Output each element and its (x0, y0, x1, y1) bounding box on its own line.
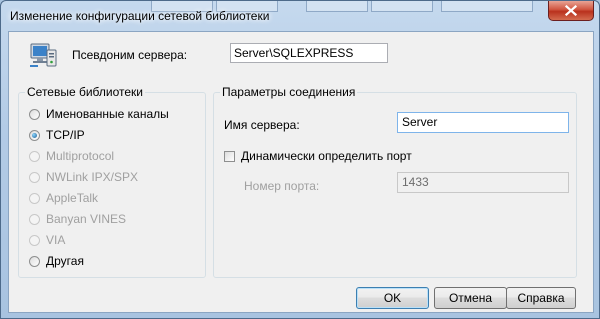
dialog-client-area: Псевдоним сервера: Server\SQLEXPRESS Сет… (8, 31, 594, 313)
radio-named-pipes[interactable]: Именованные каналы (29, 107, 169, 121)
window-title: Изменение конфигурации сетевой библиотек… (10, 9, 270, 23)
server-network-icon (30, 43, 57, 67)
radio-button[interactable] (29, 255, 40, 267)
radio-label: Именованные каналы (46, 107, 169, 121)
radio-label: VIA (46, 233, 66, 247)
close-button[interactable] (548, 1, 594, 21)
port-number-input: 1433 (397, 172, 569, 193)
radio-button (29, 192, 40, 204)
background-window-fragment (371, 1, 433, 12)
close-icon (565, 5, 577, 16)
radio-label: Banyan VINES (46, 212, 127, 226)
radio-banyan-vines: Banyan VINES (29, 212, 126, 226)
radio-button (29, 234, 40, 246)
title-bar[interactable]: Изменение конфигурации сетевой библиотек… (1, 1, 599, 31)
server-name-input[interactable]: Server (397, 112, 569, 133)
background-window-fragment (441, 1, 533, 12)
dynamic-port-checkbox-row[interactable]: Динамически определить порт (224, 149, 412, 163)
radio-button[interactable] (29, 108, 40, 120)
network-libraries-group: Сетевые библиотеки Именованные каналы TC… (18, 85, 206, 278)
server-alias-input[interactable]: Server\SQLEXPRESS (230, 43, 388, 63)
radio-button (29, 171, 40, 183)
help-button[interactable]: Справка (506, 287, 576, 309)
radio-other[interactable]: Другая (29, 254, 84, 268)
ok-button[interactable]: OK (356, 287, 429, 309)
radio-label: AppleTalk (46, 191, 99, 205)
radio-button (29, 150, 40, 162)
radio-label: TCP/IP (46, 128, 85, 142)
server-name-label: Имя сервера: (224, 118, 300, 132)
radio-label: Другая (46, 254, 84, 268)
radio-nwlink-ipx-spx: NWLink IPX/SPX (29, 170, 138, 184)
radio-tcp-ip[interactable]: TCP/IP (29, 128, 85, 142)
group-caption: Параметры соединения (220, 85, 358, 99)
port-number-label: Номер порта: (244, 179, 320, 193)
radio-button (29, 213, 40, 225)
dynamic-port-checkbox[interactable] (224, 150, 235, 162)
alias-label: Псевдоним сервера: (72, 48, 188, 62)
radio-button[interactable] (29, 129, 40, 141)
dialog-window: Изменение конфигурации сетевой библиотек… (0, 0, 600, 319)
radio-label: Multiprotocol (46, 149, 115, 163)
radio-label: NWLink IPX/SPX (46, 170, 139, 184)
radio-via: VIA (29, 233, 65, 247)
cancel-button[interactable]: Отмена (434, 287, 507, 309)
radio-multiprotocol: Multiprotocol (29, 149, 114, 163)
connection-parameters-group: Параметры соединения Имя сервера: Server… (213, 85, 577, 278)
dynamic-port-label: Динамически определить порт (241, 149, 412, 163)
background-window-fragment (306, 1, 368, 12)
group-caption: Сетевые библиотеки (25, 85, 145, 99)
radio-appletalk: AppleTalk (29, 191, 98, 205)
